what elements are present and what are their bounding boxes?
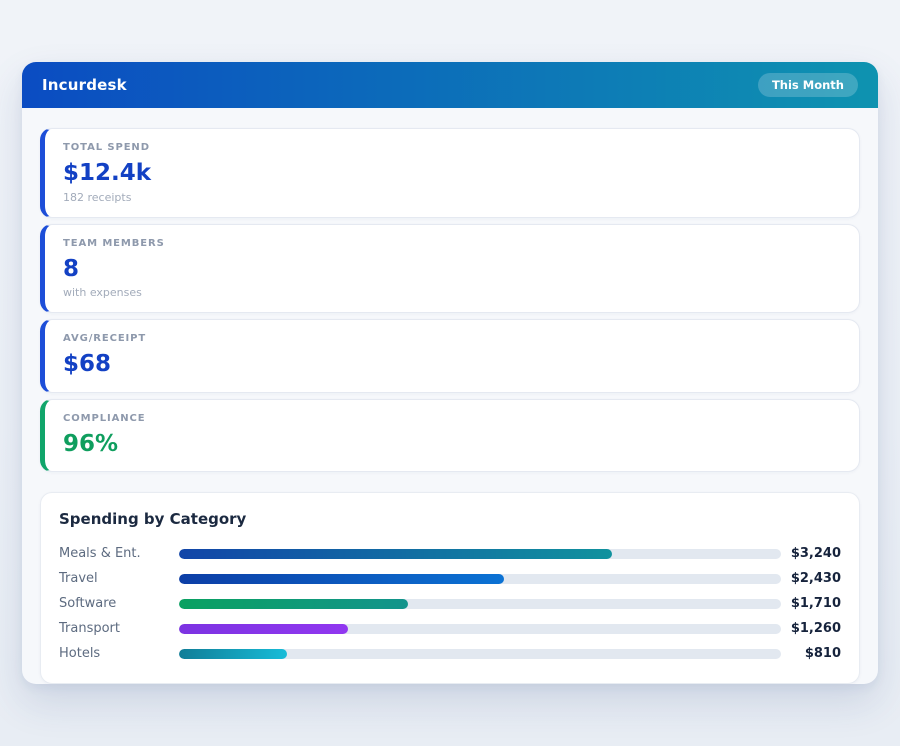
category-bar-fill <box>179 549 612 559</box>
category-amount: $1,710 <box>781 596 841 611</box>
category-amount: $810 <box>781 646 841 661</box>
stat-label: TEAM MEMBERS <box>63 238 841 249</box>
spending-card-title: Spending by Category <box>59 510 841 528</box>
spending-by-category-card: Spending by Category Meals & Ent. $3,240… <box>40 492 860 684</box>
stat-subtext: with expenses <box>63 286 841 299</box>
category-bar-track <box>179 649 781 659</box>
category-bar-track <box>179 574 781 584</box>
stat-label: COMPLIANCE <box>63 413 841 424</box>
stat-value: $68 <box>63 351 841 379</box>
stat-label: AVG/RECEIPT <box>63 333 841 344</box>
stat-label: TOTAL SPEND <box>63 142 841 153</box>
category-bar-fill <box>179 649 287 659</box>
stat-value: 8 <box>63 256 841 284</box>
category-label: Transport <box>59 621 179 636</box>
dashboard-body: TOTAL SPEND $12.4k 182 receipts TEAM MEM… <box>22 108 878 684</box>
period-badge[interactable]: This Month <box>758 73 858 97</box>
category-bar-fill <box>179 574 504 584</box>
category-row-software: Software $1,710 <box>59 591 841 616</box>
category-row-hotels: Hotels $810 <box>59 641 841 666</box>
stat-value: 96% <box>63 431 841 459</box>
category-bar-track <box>179 599 781 609</box>
dashboard-header: Incurdesk This Month <box>22 62 878 108</box>
category-bar-track <box>179 624 781 634</box>
stat-card-avg-receipt: AVG/RECEIPT $68 <box>40 319 860 393</box>
category-label: Travel <box>59 571 179 586</box>
category-label: Hotels <box>59 646 179 661</box>
category-bar-track <box>179 549 781 559</box>
category-label: Meals & Ent. <box>59 546 179 561</box>
category-bar-fill <box>179 599 408 609</box>
category-amount: $2,430 <box>781 571 841 586</box>
dashboard-panel: Incurdesk This Month TOTAL SPEND $12.4k … <box>22 62 878 684</box>
category-label: Software <box>59 596 179 611</box>
category-amount: $3,240 <box>781 546 841 561</box>
stat-subtext: 182 receipts <box>63 191 841 204</box>
app-title: Incurdesk <box>42 76 127 94</box>
category-row-transport: Transport $1,260 <box>59 616 841 641</box>
category-amount: $1,260 <box>781 621 841 636</box>
stat-card-team-members: TEAM MEMBERS 8 with expenses <box>40 224 860 314</box>
category-bar-fill <box>179 624 348 634</box>
category-row-travel: Travel $2,430 <box>59 566 841 591</box>
category-row-meals: Meals & Ent. $3,240 <box>59 541 841 566</box>
stat-card-total-spend: TOTAL SPEND $12.4k 182 receipts <box>40 128 860 218</box>
stat-card-compliance: COMPLIANCE 96% <box>40 399 860 473</box>
stat-value: $12.4k <box>63 160 841 188</box>
